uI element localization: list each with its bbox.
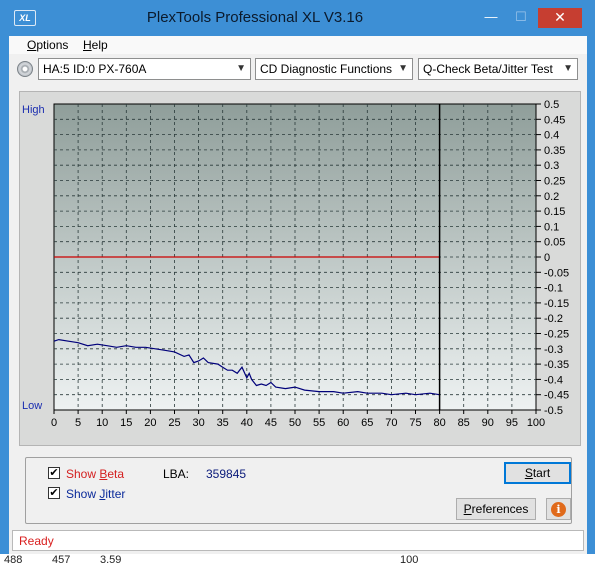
show-beta-checkbox[interactable]: ✔ (48, 467, 60, 479)
x-tick-label: 85 (458, 417, 470, 429)
right-tick-label: -0.45 (544, 390, 569, 402)
right-tick-label: -0.2 (544, 313, 563, 325)
app-window: XL PlexTools Professional XL V3.16 — ☐ ✕… (0, 0, 595, 566)
right-tick-label: -0.1 (544, 283, 563, 295)
x-tick-label: 45 (265, 417, 277, 429)
x-tick-label: 70 (385, 417, 397, 429)
x-tick-label: 95 (506, 417, 518, 429)
window-title: PlexTools Professional XL V3.16 (146, 9, 364, 26)
chevron-down-icon: ▼ (236, 63, 246, 74)
high-label: High (22, 104, 45, 116)
x-tick-label: 35 (217, 417, 229, 429)
function-select[interactable]: CD Diagnostic Functions ▼ (255, 58, 413, 80)
x-tick-label: 100 (527, 417, 545, 429)
right-tick-label: 0.1 (544, 221, 559, 233)
control-panel: ✔ Show Beta ✔ Show Jitter LBA: 359845 St… (25, 457, 572, 524)
background-value: 100 (400, 554, 419, 566)
background-value: 3.59 (100, 554, 122, 566)
x-tick-label: 0 (51, 417, 57, 429)
x-tick-label: 5 (75, 417, 81, 429)
background-window-strip: 488 457 3.59 100 (0, 554, 595, 566)
chart-panel: 0.5 0.45 0.4 0.35 0.3 0.25 0.2 0.15 0.1 0.05 0 -0.0… (19, 91, 581, 446)
right-tick-label: 0.25 (544, 176, 565, 188)
x-tick-label: 10 (96, 417, 108, 429)
menu-options[interactable]: Options (27, 38, 68, 52)
x-tick-label: 15 (120, 417, 132, 429)
background-value: 457 (52, 554, 71, 566)
right-tick-label: -0.5 (544, 405, 563, 417)
right-tick-label: -0.4 (544, 374, 563, 386)
x-tick-label: 20 (144, 417, 156, 429)
menu-help[interactable]: Help (83, 38, 108, 52)
background-value: 488 (4, 554, 23, 566)
client-area: Options Help HA:5 ID:0 PX-760A ▼ CD Diagn… (9, 36, 587, 554)
right-tick-label: 0.35 (544, 145, 565, 157)
low-label: Low (22, 400, 42, 412)
right-tick-label: -0.3 (544, 344, 563, 356)
close-button[interactable]: ✕ (538, 8, 582, 28)
optical-drive-icon (17, 61, 33, 77)
info-button[interactable]: i (546, 498, 571, 520)
right-tick-label: 0 (544, 252, 550, 264)
toolbar: HA:5 ID:0 PX-760A ▼ CD Diagnostic Functio… (9, 55, 587, 83)
chevron-down-icon: ▼ (563, 63, 573, 74)
minimize-button[interactable]: — (478, 8, 504, 28)
status-bar: Ready (12, 530, 584, 551)
right-tick-label: -0.25 (544, 329, 569, 341)
chevron-down-icon: ▼ (398, 63, 408, 74)
preferences-button[interactable]: Preferences (456, 498, 536, 520)
right-tick-label: -0.15 (544, 298, 569, 310)
maximize-button[interactable]: ☐ (508, 8, 534, 28)
title-bar[interactable]: XL PlexTools Professional XL V3.16 — ☐ ✕ (0, 0, 595, 36)
x-tick-label: 90 (482, 417, 494, 429)
show-jitter-label[interactable]: Show Jitter (66, 487, 125, 501)
x-tick-label: 40 (241, 417, 253, 429)
drive-select[interactable]: HA:5 ID:0 PX-760A ▼ (38, 58, 251, 80)
right-tick-label: -0.35 (544, 359, 569, 371)
x-tick-label: 65 (361, 417, 373, 429)
x-tick-label: 25 (168, 417, 180, 429)
right-tick-label: 0.15 (544, 206, 565, 218)
x-tick-label: 80 (433, 417, 445, 429)
menu-bar: Options Help (9, 36, 587, 54)
test-select[interactable]: Q-Check Beta/Jitter Test ▼ (418, 58, 578, 80)
right-tick-label: 0.2 (544, 191, 559, 203)
lba-value: 359845 (206, 467, 247, 481)
right-tick-label: 0.5 (544, 99, 559, 111)
right-tick-label: 0.3 (544, 160, 559, 172)
x-tick-label: 50 (289, 417, 301, 429)
beta-jitter-chart: 0.5 0.45 0.4 0.35 0.3 0.25 0.2 0.15 0.1 0.05 0 -0.0… (22, 99, 569, 429)
right-tick-label: -0.05 (544, 267, 569, 279)
info-icon: i (551, 502, 566, 517)
x-tick-label: 55 (313, 417, 325, 429)
show-beta-label[interactable]: Show Beta (66, 467, 124, 481)
show-jitter-checkbox[interactable]: ✔ (48, 487, 60, 499)
x-tick-label: 75 (409, 417, 421, 429)
right-tick-label: 0.45 (544, 114, 565, 126)
right-tick-label: 0.4 (544, 130, 559, 142)
start-button[interactable]: Start (504, 462, 571, 484)
status-text: Ready (19, 534, 54, 548)
right-tick-label: 0.05 (544, 237, 565, 249)
x-tick-label: 60 (337, 417, 349, 429)
x-tick-label: 30 (192, 417, 204, 429)
lba-label: LBA: (163, 467, 190, 481)
